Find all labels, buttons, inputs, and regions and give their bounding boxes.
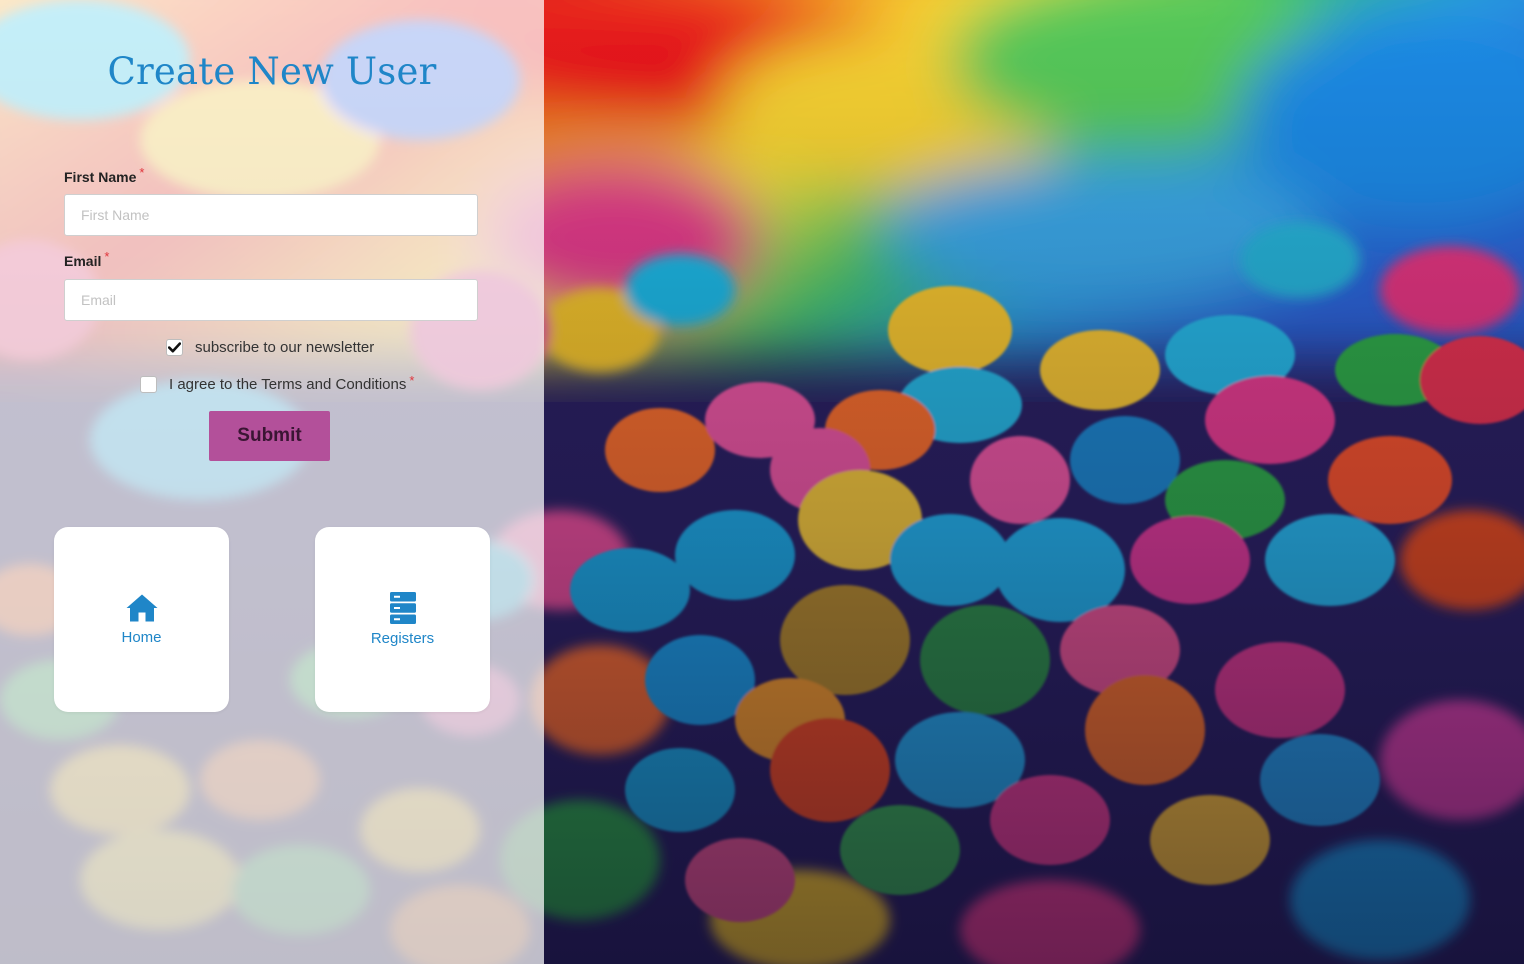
home-card-label: Home xyxy=(121,629,162,646)
required-marker: * xyxy=(409,373,415,388)
email-label: Email * xyxy=(64,249,109,269)
terms-checkbox[interactable] xyxy=(140,376,157,393)
server-stack-icon xyxy=(389,592,416,624)
email-input[interactable] xyxy=(64,279,478,321)
create-user-panel: Create New User First Name* Email* subsc… xyxy=(0,0,544,964)
email-label-text: Email xyxy=(64,253,102,269)
first-name-input[interactable] xyxy=(64,194,478,236)
first-name-label: First Name * xyxy=(64,165,144,185)
page-title: Create New User xyxy=(107,50,437,93)
required-marker: * xyxy=(139,165,145,180)
first-name-label-text: First Name xyxy=(64,169,137,185)
registers-card-label: Registers xyxy=(370,630,435,647)
newsletter-label: subscribe to our newsletter xyxy=(195,339,375,356)
home-icon xyxy=(126,594,157,622)
newsletter-checkbox[interactable] xyxy=(166,339,183,356)
checkmark-icon xyxy=(168,342,181,353)
terms-label: I agree to the Terms and Conditions xyxy=(169,376,407,393)
required-marker: * xyxy=(104,249,110,264)
home-card[interactable]: Home xyxy=(54,527,229,712)
registers-card[interactable]: Registers xyxy=(315,527,490,712)
submit-button[interactable]: Submit xyxy=(209,411,330,461)
newsletter-option[interactable]: subscribe to our newsletter xyxy=(166,339,374,356)
terms-option[interactable]: I agree to the Terms and Conditions * xyxy=(140,373,415,393)
